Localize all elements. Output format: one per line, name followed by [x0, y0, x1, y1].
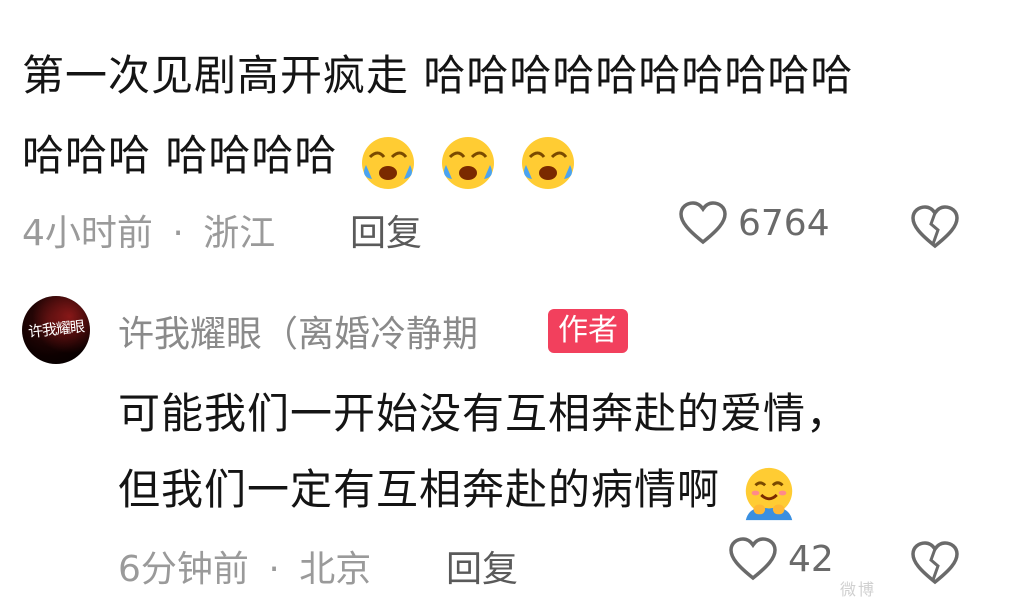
- hugging-face-icon: [746, 467, 793, 520]
- comment-time: 4小时前: [22, 213, 153, 254]
- reply-username[interactable]: 许我耀眼（离婚冷静期: [118, 305, 478, 357]
- reply-like-count: 42: [788, 538, 834, 580]
- heart-icon: [729, 537, 777, 581]
- broken-heart-icon[interactable]: [910, 540, 960, 586]
- reply-meta: 6分钟前 · 北京: [118, 540, 371, 592]
- author-badge: 作者: [548, 309, 628, 353]
- reply-location: 北京: [299, 549, 372, 590]
- crying-laughing-icon: [522, 137, 575, 189]
- broken-heart-icon[interactable]: [910, 204, 960, 250]
- meta-separator: ·: [172, 213, 184, 254]
- comment-body: 第一次见剧高开疯走 哈哈哈哈哈哈哈哈哈哈 哈哈哈 哈哈哈哈: [22, 36, 1012, 199]
- comment-reply-button[interactable]: 回复: [350, 204, 422, 256]
- reply-line-2: 但我们一定有互相奔赴的病情啊: [118, 465, 721, 514]
- avatar[interactable]: 许我耀眼: [22, 296, 90, 364]
- meta-separator: ·: [268, 549, 280, 590]
- comment-like-count: 6764: [738, 202, 830, 244]
- crying-laughing-icon: [361, 137, 414, 189]
- crying-laughing-icon: [442, 137, 495, 189]
- heart-icon: [679, 201, 727, 245]
- comment-like-button[interactable]: 6764: [678, 200, 830, 246]
- comment-meta: 4小时前 · 浙江: [22, 204, 275, 256]
- reply-line-2-wrap: 但我们一定有互相奔赴的病情啊: [118, 452, 998, 528]
- comment-line-2-wrap: 哈哈哈 哈哈哈哈: [22, 116, 1012, 199]
- reply-body: 可能我们一开始没有互相奔赴的爱情， 但我们一定有互相奔赴的病情啊: [118, 376, 998, 528]
- comment-line-2: 哈哈哈 哈哈哈哈: [22, 131, 338, 180]
- watermark: 微博: [840, 580, 877, 599]
- reply-time: 6分钟前: [118, 549, 249, 590]
- reply-like-button[interactable]: 42: [728, 536, 834, 582]
- emoji-row: [352, 119, 579, 199]
- reply-line-1: 可能我们一开始没有互相奔赴的爱情，: [118, 389, 850, 438]
- comment-location: 浙江: [203, 213, 276, 254]
- reply-reply-button[interactable]: 回复: [446, 540, 518, 592]
- comment-line-1: 第一次见剧高开疯走 哈哈哈哈哈哈哈哈哈哈: [22, 51, 854, 100]
